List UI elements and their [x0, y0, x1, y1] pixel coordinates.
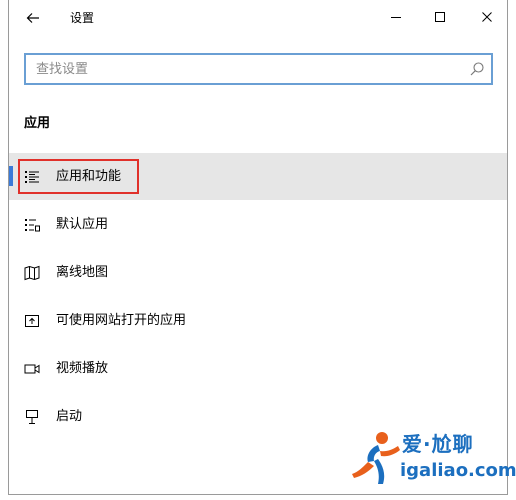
nav-item-apps-for-websites[interactable]: 可使用网站打开的应用	[9, 297, 507, 344]
apps-for-websites-icon	[25, 315, 39, 327]
close-button[interactable]	[472, 4, 502, 30]
nav-label-apps-for-websites: 可使用网站打开的应用	[56, 313, 187, 328]
watermark-url: igaliao.com	[400, 460, 516, 481]
nav-label-offline-maps: 离线地图	[56, 265, 109, 280]
maximize-button[interactable]	[425, 4, 455, 30]
highlight-box	[18, 159, 139, 194]
offline-maps-icon	[24, 265, 40, 281]
title-bar: 设置	[9, 0, 507, 36]
watermark-logo: 爱·尬聊 igaliao.com	[348, 428, 516, 490]
startup-icon	[26, 410, 38, 424]
back-button[interactable]	[21, 6, 45, 30]
nav-label-video-playback: 视频播放	[56, 361, 109, 376]
settings-window: 设置 应用	[8, 0, 508, 495]
back-arrow-icon	[26, 13, 39, 23]
watermark-brand: 爱·尬聊	[402, 432, 474, 456]
nav-label-default-apps: 默认应用	[56, 217, 109, 232]
selection-indicator	[9, 166, 13, 186]
nav-label-startup: 启动	[56, 409, 83, 424]
maximize-icon	[435, 12, 445, 22]
minimize-button[interactable]	[381, 4, 411, 30]
search-input[interactable]	[26, 55, 456, 83]
running-figure-icon	[352, 432, 400, 484]
video-playback-icon	[24, 364, 40, 374]
nav-item-video-playback[interactable]: 视频播放	[9, 345, 507, 392]
default-apps-icon	[25, 219, 40, 232]
window-title: 设置	[70, 11, 95, 25]
nav-item-default-apps[interactable]: 默认应用	[9, 201, 507, 248]
nav-item-offline-maps[interactable]: 离线地图	[9, 249, 507, 296]
search-icon[interactable]	[469, 61, 485, 77]
close-icon	[482, 12, 492, 22]
minimize-icon	[391, 17, 401, 18]
search-box	[24, 53, 493, 85]
section-title: 应用	[24, 116, 51, 131]
